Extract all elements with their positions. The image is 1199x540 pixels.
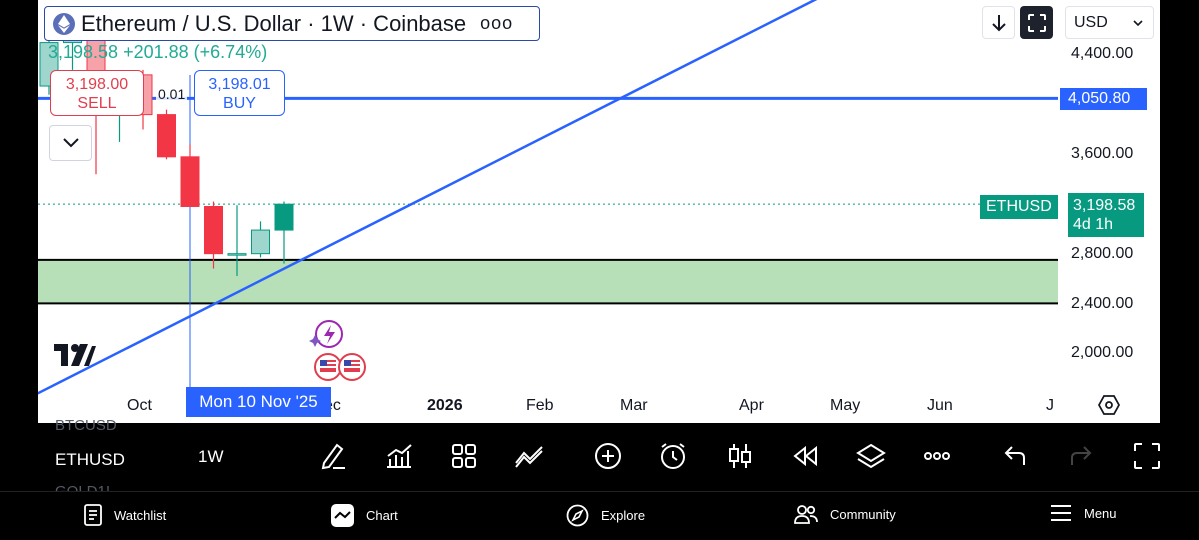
price-axis-label: 2,800.00 [1071, 245, 1134, 262]
time-axis-label: J [1046, 397, 1054, 414]
sell-button[interactable]: 3,198.00 SELL [50, 70, 144, 116]
bar-countdown: 4d 1h [1073, 216, 1114, 233]
current-price: 3,198.58 [1073, 197, 1136, 214]
more-options-icon[interactable]: ooo [480, 13, 513, 34]
symbol-price-tag: ETHUSD [980, 195, 1058, 219]
time-axis-label: May [830, 397, 861, 414]
compass-icon [566, 504, 589, 527]
nav-explore[interactable]: Explore [566, 504, 645, 527]
layout-grid-icon[interactable] [449, 441, 479, 471]
price-axis-label: 2,000.00 [1071, 344, 1134, 361]
time-axis-label: Jun [927, 397, 953, 414]
chevron-down-icon [62, 138, 79, 148]
bottom-navigation: Watchlist Chart Explore Community Menu [0, 491, 1199, 540]
time-axis-label: Feb [526, 397, 554, 414]
layers-icon[interactable] [856, 441, 886, 471]
time-axis-label: 2026 [427, 397, 463, 414]
interval-button[interactable]: 1W [198, 447, 224, 467]
compare-icon[interactable] [514, 441, 544, 471]
nav-watchlist[interactable]: Watchlist [84, 504, 166, 526]
fullscreen-button[interactable] [1020, 6, 1053, 39]
watchlist-icon [84, 504, 102, 526]
download-button[interactable] [982, 6, 1015, 39]
nav-watchlist-label: Watchlist [114, 507, 167, 523]
chart-icon [331, 504, 354, 527]
currency-value: USD [1074, 13, 1108, 31]
undo-icon[interactable] [1000, 441, 1030, 471]
active-symbol[interactable]: ETHUSD [55, 450, 125, 470]
candle-body [227, 253, 247, 256]
price-axis-label: 3,600.00 [1071, 145, 1134, 162]
us-flag-stripe [320, 366, 336, 368]
candle-body [204, 205, 223, 255]
us-flag-stripe [344, 366, 360, 368]
nav-explore-label: Explore [601, 508, 646, 523]
nav-community[interactable]: Community [794, 504, 896, 524]
ethereum-icon [53, 12, 75, 35]
alarm-clock-icon[interactable] [658, 441, 688, 471]
chart-settings-button[interactable] [1097, 394, 1121, 421]
arrow-down-icon [991, 14, 1006, 31]
add-icon[interactable] [593, 441, 623, 471]
chart-area[interactable]: Ethereum / U.S. Dollar · 1W · Coinbase o… [38, 0, 1160, 423]
price-change-line: 3,198.58 +201.88 (+6.74%) [48, 42, 267, 63]
candle-body [180, 156, 200, 207]
buy-price: 3,198.01 [208, 76, 271, 93]
hamburger-menu-icon [1051, 505, 1071, 521]
last-price-partial: 3,198.58 [48, 42, 119, 62]
time-axis-label: Apr [739, 397, 764, 414]
tradingview-logo [54, 344, 96, 371]
time-axis-label: Mar [620, 397, 648, 414]
drawing-pen-icon[interactable] [319, 441, 349, 471]
app: Ethereum / U.S. Dollar · 1W · Coinbase o… [0, 0, 1199, 540]
chevron-down-icon [1133, 19, 1143, 26]
support-zone [38, 259, 1058, 304]
redo-icon[interactable] [1066, 441, 1096, 471]
candles-icon[interactable] [725, 441, 755, 471]
bottom-toolbar: BTCUSD ETHUSD GOLD1! 1W [0, 417, 1199, 491]
nav-chart[interactable]: Chart [331, 504, 398, 527]
currency-select[interactable]: USD [1065, 6, 1154, 39]
buy-label: BUY [223, 95, 256, 112]
indicators-icon[interactable] [384, 441, 414, 471]
symbol-title-box[interactable]: Ethereum / U.S. Dollar · 1W · Coinbase o… [44, 6, 540, 41]
price-axis-label: 2,400.00 [1071, 295, 1134, 312]
nav-menu[interactable]: Menu [1050, 504, 1117, 522]
horizontal-line-price-tag: 4,050.80 [1060, 88, 1147, 110]
time-axis-label: Oct [127, 397, 152, 414]
price-axis-label: 4,400.00 [1071, 45, 1134, 62]
candle-body [157, 114, 176, 158]
price-change: +201.88 (+6.74%) [123, 42, 268, 62]
buy-button[interactable]: 3,198.01 BUY [194, 70, 285, 116]
fullscreen-icon [1027, 13, 1046, 32]
us-flag-canton [320, 360, 327, 366]
watchlist-symbol-prev[interactable]: BTCUSD [55, 417, 117, 434]
candle-body [274, 203, 294, 231]
watchlist-symbol-next[interactable]: GOLD1! [55, 483, 110, 491]
symbol-title: Ethereum / U.S. Dollar · 1W · Coinbase [81, 10, 467, 36]
candle-body [251, 229, 270, 255]
sell-label: SELL [77, 95, 117, 112]
fullscreen-icon[interactable] [1132, 441, 1162, 471]
nav-menu-label: Menu [1084, 505, 1117, 521]
settings-icon [1097, 395, 1121, 415]
spread-value: 0.01 [156, 86, 188, 102]
current-price-tag: 3,198.58 4d 1h [1068, 193, 1144, 237]
replay-icon[interactable] [790, 441, 820, 471]
us-flag-canton [344, 360, 351, 366]
collapse-trade-button[interactable] [49, 125, 92, 161]
more-icon[interactable] [922, 441, 952, 471]
crosshair-date-label: Mon 10 Nov '25 [186, 387, 331, 417]
nav-community-label: Community [830, 506, 896, 522]
nav-chart-label: Chart [366, 508, 398, 523]
community-icon [794, 505, 818, 524]
sell-price: 3,198.00 [65, 76, 129, 93]
